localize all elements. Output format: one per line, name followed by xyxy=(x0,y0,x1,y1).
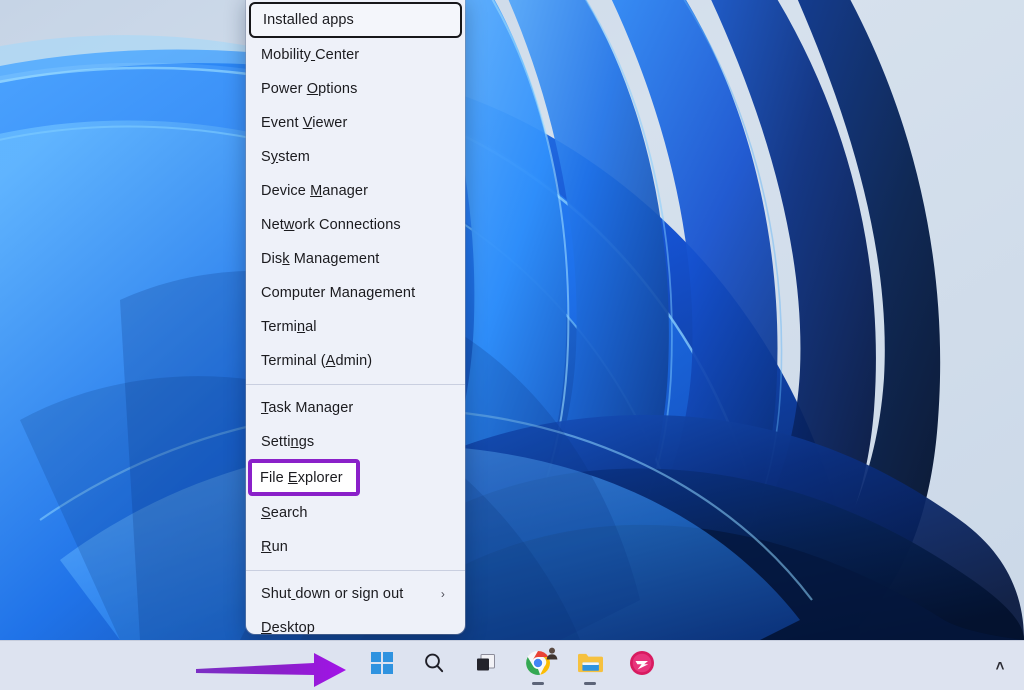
windows-desktop: Installed apps Mobility Center Power Opt… xyxy=(0,0,1024,690)
menu-item-event-viewer[interactable]: Event Viewer xyxy=(246,106,465,140)
menu-item-label: Event Viewer xyxy=(261,115,347,131)
menu-item-terminal-admin[interactable]: Terminal (Admin) xyxy=(246,344,465,378)
menu-item-label: Power Options xyxy=(261,81,357,97)
menu-item-label: File Explorer xyxy=(260,470,343,486)
menu-item-disk-management[interactable]: Disk Management xyxy=(246,242,465,276)
menu-item-label: Terminal xyxy=(261,319,317,335)
menu-item-network-connections[interactable]: Network Connections xyxy=(246,208,465,242)
taskbar[interactable]: ˄ xyxy=(0,640,1024,690)
menu-item-label: Disk Management xyxy=(261,251,379,267)
menu-item-label: Network Connections xyxy=(261,217,401,233)
system-tray[interactable]: ˄ xyxy=(990,641,1010,690)
start-button[interactable] xyxy=(362,646,402,686)
menu-item-search[interactable]: Search xyxy=(246,496,465,530)
task-view-icon xyxy=(474,651,498,680)
winx-power-user-menu[interactable]: Installed apps Mobility Center Power Opt… xyxy=(246,0,465,634)
running-indicator xyxy=(532,682,544,685)
menu-item-mobility-center[interactable]: Mobility Center xyxy=(246,38,465,72)
menu-item-system[interactable]: System xyxy=(246,140,465,174)
menu-item-task-manager[interactable]: Task Manager xyxy=(246,391,465,425)
menu-item-device-manager[interactable]: Device Manager xyxy=(246,174,465,208)
menu-item-label: Device Manager xyxy=(261,183,368,199)
menu-item-label: Settings xyxy=(261,434,314,450)
menu-item-label: Mobility Center xyxy=(261,47,359,63)
menu-item-shut-down-or-sign-out[interactable]: Shut down or sign out › xyxy=(246,577,465,611)
file-explorer-button[interactable] xyxy=(570,646,610,686)
menu-item-label: Desktop xyxy=(261,620,315,634)
chevron-up-icon[interactable]: ˄ xyxy=(990,656,1010,676)
menu-separator-2 xyxy=(246,570,465,571)
chrome-profile-badge-icon xyxy=(545,646,559,665)
menu-item-installed-apps[interactable]: Installed apps xyxy=(249,2,462,38)
windows-logo-icon xyxy=(371,652,393,679)
menu-item-label: System xyxy=(261,149,310,165)
menu-item-label: Shut down or sign out xyxy=(261,586,403,602)
chevron-right-icon: › xyxy=(441,588,445,600)
menu-item-terminal[interactable]: Terminal xyxy=(246,310,465,344)
chrome-button[interactable] xyxy=(518,646,558,686)
menu-item-label: Terminal (Admin) xyxy=(261,353,372,369)
menu-item-run[interactable]: Run xyxy=(246,530,465,564)
pink-circle-app-icon xyxy=(629,650,655,681)
pink-app-button[interactable] xyxy=(622,646,662,686)
menu-item-settings[interactable]: Settings xyxy=(246,425,465,459)
menu-item-desktop[interactable]: Desktop xyxy=(246,611,465,634)
menu-item-power-options[interactable]: Power Options xyxy=(246,72,465,106)
menu-item-label: Task Manager xyxy=(261,400,353,416)
menu-separator-1 xyxy=(246,384,465,385)
taskbar-icon-group xyxy=(362,646,662,686)
menu-item-label: Search xyxy=(261,505,308,521)
running-indicator xyxy=(584,682,596,685)
search-button[interactable] xyxy=(414,646,454,686)
menu-item-label: Computer Management xyxy=(261,285,415,301)
search-icon xyxy=(422,651,446,680)
menu-item-label: Run xyxy=(261,539,288,555)
menu-item-file-explorer[interactable]: File Explorer xyxy=(248,459,360,496)
menu-item-computer-management[interactable]: Computer Management xyxy=(246,276,465,310)
folder-icon xyxy=(577,651,604,680)
task-view-button[interactable] xyxy=(466,646,506,686)
desktop-wallpaper xyxy=(0,0,1024,640)
menu-item-label: Installed apps xyxy=(263,12,354,28)
